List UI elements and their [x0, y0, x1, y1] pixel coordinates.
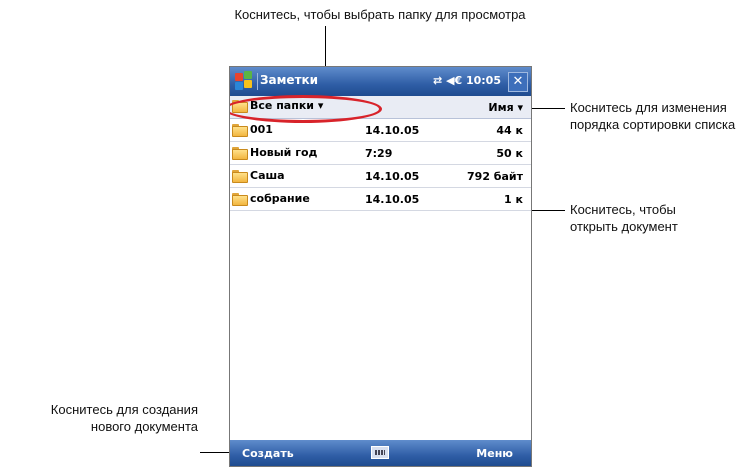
file-name: 001	[250, 123, 273, 136]
sort-dropdown[interactable]: Имя ▾	[488, 101, 523, 114]
document-folder-icon	[232, 192, 248, 206]
file-list: 001 14.10.05 44 к Новый год 7:29 50 к Са…	[230, 119, 531, 211]
file-date: 14.10.05	[365, 170, 420, 183]
create-button[interactable]: Создать	[242, 447, 294, 460]
document-folder-icon	[232, 146, 248, 160]
callout-open-document: Коснитесь, чтобы открыть документ	[570, 201, 740, 235]
callout-sort-line2: порядка сортировки списка	[570, 117, 736, 132]
status-icons-clock[interactable]: ⇄ ◀€ 10:05	[433, 74, 501, 87]
file-name: Новый год	[250, 146, 318, 159]
file-size: 44 к	[496, 124, 523, 137]
app-title: Заметки	[260, 73, 319, 87]
file-date: 14.10.05	[365, 124, 420, 137]
callout-sort-order: Коснитесь для изменения порядка сортиров…	[570, 99, 750, 133]
file-size: 792 байт	[467, 170, 523, 183]
document-folder-icon	[232, 123, 248, 137]
list-item[interactable]: Саша 14.10.05 792 байт	[230, 165, 531, 188]
menu-button[interactable]: Меню	[476, 447, 513, 460]
file-date: 14.10.05	[365, 193, 420, 206]
keyboard-icon[interactable]	[371, 446, 389, 459]
file-name: Саша	[250, 169, 285, 182]
list-item[interactable]: Новый год 7:29 50 к	[230, 142, 531, 165]
file-size: 50 к	[496, 147, 523, 160]
list-header: Все папки ▾ Имя ▾	[230, 95, 531, 123]
callout-open-line2: открыть документ	[570, 219, 678, 234]
file-size: 1 к	[504, 193, 523, 206]
title-bar: Заметки ⇄ ◀€ 10:05 ✕	[230, 67, 531, 96]
pocket-pc-screen: Заметки ⇄ ◀€ 10:05 ✕ Все папки ▾ Имя ▾ 0…	[229, 66, 532, 467]
list-item[interactable]: собрание 14.10.05 1 к	[230, 188, 531, 211]
close-icon[interactable]: ✕	[508, 72, 528, 92]
folder-filter-dropdown[interactable]: Все папки ▾	[230, 95, 382, 123]
callout-sort-line1: Коснитесь для изменения	[570, 100, 727, 115]
menu-bar: Создать Меню	[230, 440, 531, 466]
file-name: собрание	[250, 192, 310, 205]
callout-create-document: Коснитесь для создания нового документа	[0, 401, 198, 435]
callout-create-line1: Коснитесь для создания	[50, 402, 198, 417]
callout-open-line1: Коснитесь, чтобы	[570, 202, 676, 217]
file-date: 7:29	[365, 147, 393, 160]
windows-start-icon[interactable]	[234, 71, 254, 91]
document-folder-icon	[232, 169, 248, 183]
callout-select-folder: Коснитесь, чтобы выбрать папку для просм…	[234, 7, 526, 22]
list-item[interactable]: 001 14.10.05 44 к	[230, 119, 531, 142]
callout-create-line2: нового документа	[90, 419, 198, 434]
title-separator	[257, 73, 258, 90]
